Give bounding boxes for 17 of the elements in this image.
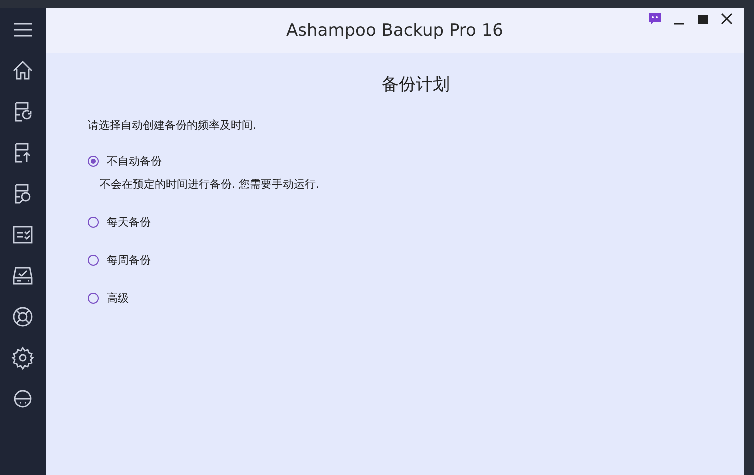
chat-icon[interactable] <box>648 12 662 26</box>
option-label[interactable]: 高级 <box>107 290 129 306</box>
page-heading: 备份计划 <box>381 74 451 96</box>
settings-icon[interactable] <box>11 346 35 370</box>
radio-button[interactable] <box>88 254 99 266</box>
close-icon[interactable] <box>720 12 734 26</box>
lifebuoy-icon[interactable] <box>11 305 35 329</box>
option-label[interactable]: 每天备份 <box>107 214 151 230</box>
window-title: Ashampoo Backup Pro 16 <box>286 20 504 40</box>
option-label[interactable]: 每周备份 <box>107 252 151 268</box>
radio-button[interactable] <box>88 156 99 166</box>
maximize-icon[interactable] <box>696 12 710 26</box>
radio-button[interactable] <box>88 292 99 304</box>
option-description: 不会在预定的时间进行备份. 您需要手动运行. <box>100 177 320 192</box>
instruction-text: 请选择自动创建备份的频率及时间. <box>88 118 258 133</box>
option-label[interactable]: 不自动备份 <box>107 154 162 168</box>
radio-button[interactable] <box>88 216 99 228</box>
